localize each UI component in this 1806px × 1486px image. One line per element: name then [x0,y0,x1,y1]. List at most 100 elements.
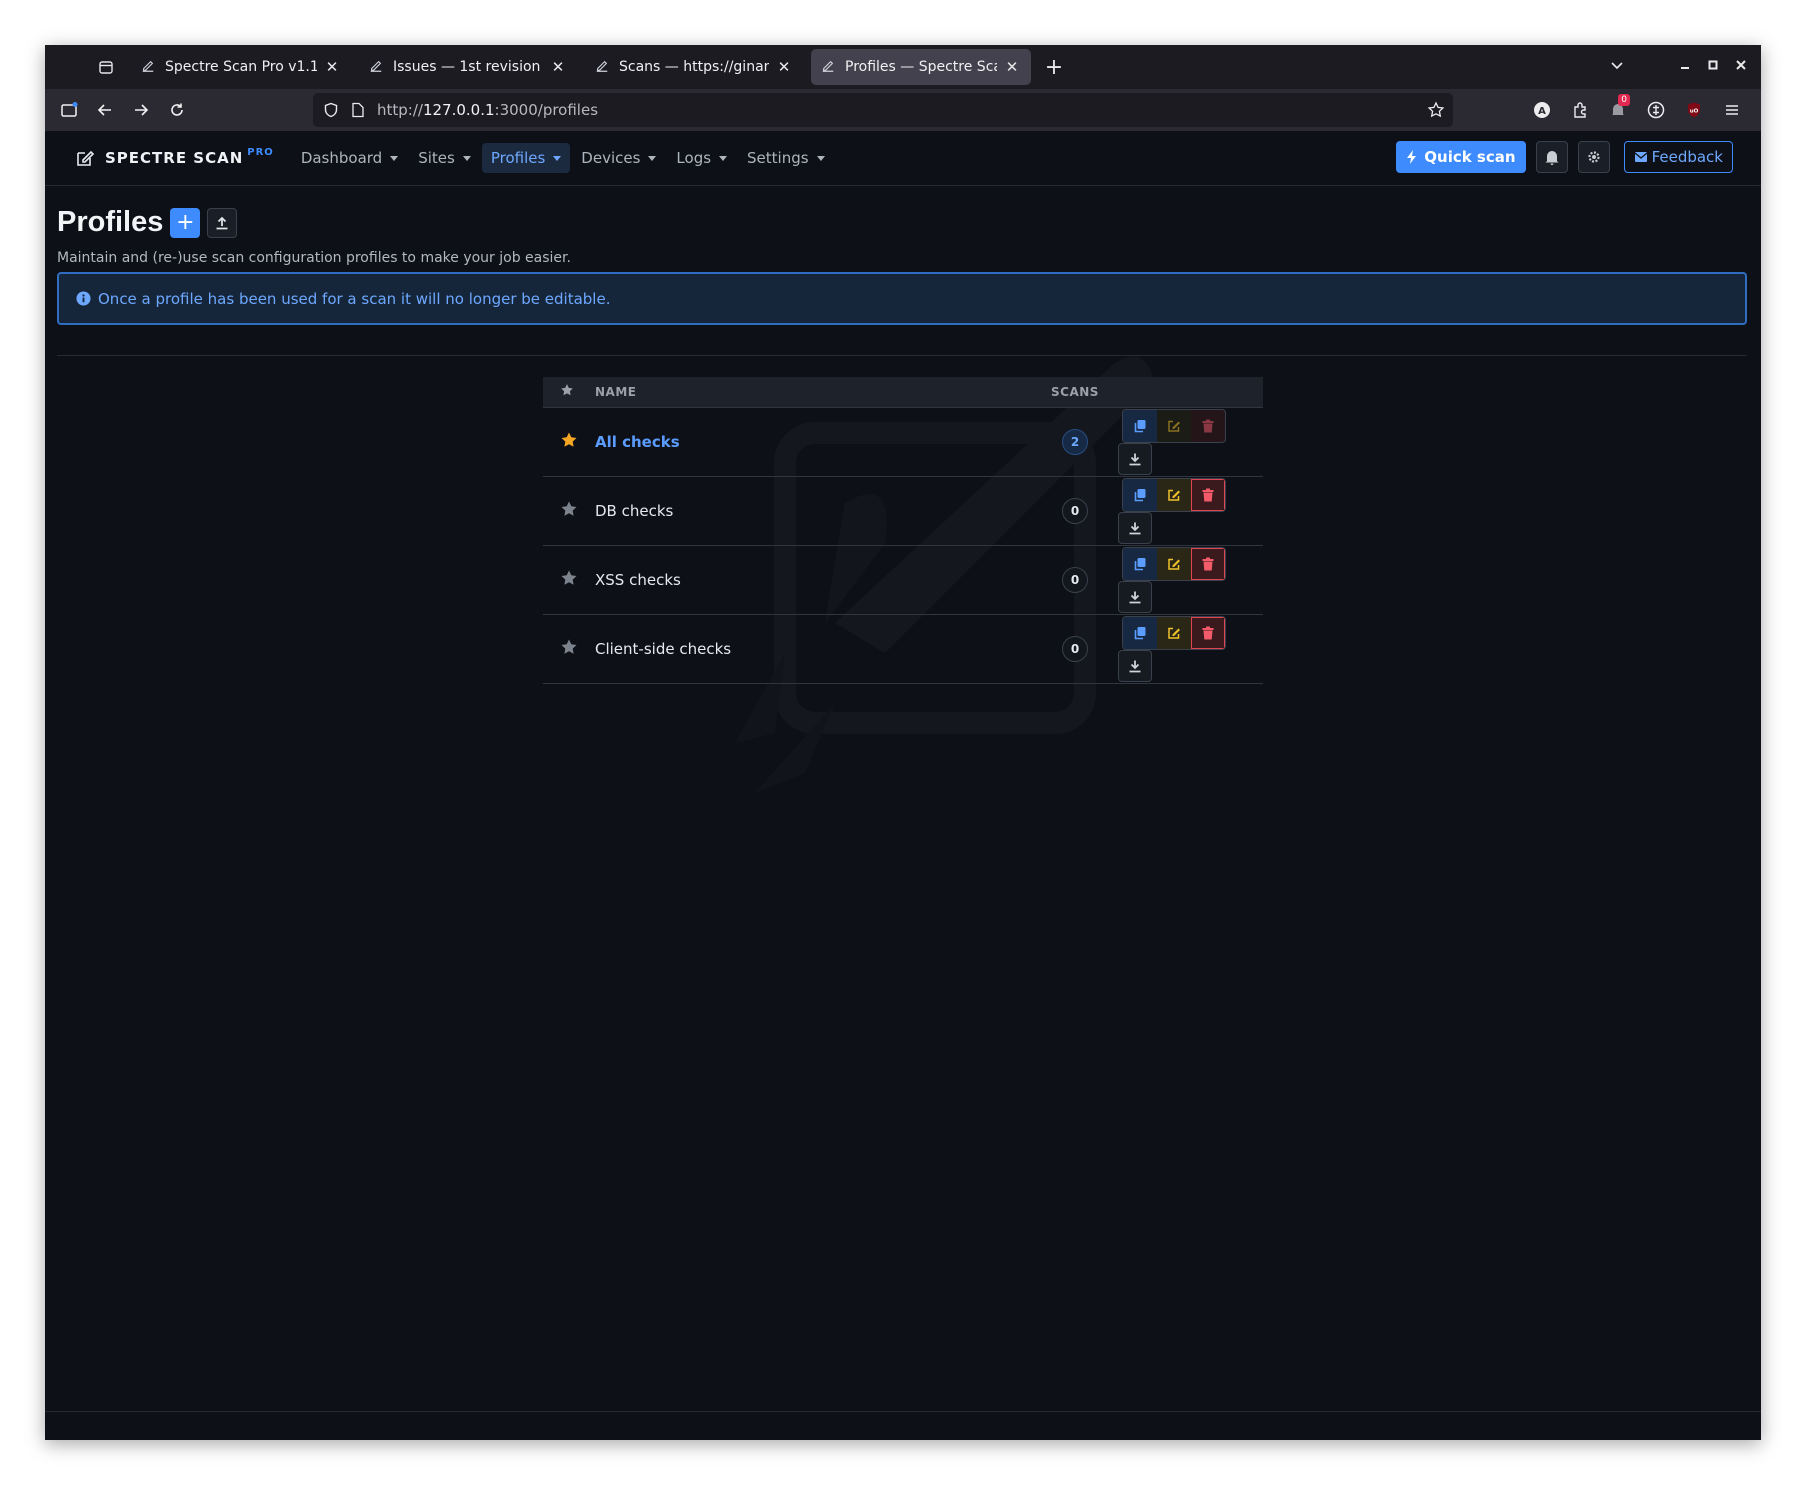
profile-name[interactable]: DB checks [595,502,673,520]
hamburger-menu-icon[interactable] [1713,92,1751,128]
default-cell [543,407,595,477]
menu-item-label: Sites [418,149,455,167]
star-icon[interactable] [560,500,578,518]
star-icon[interactable] [560,569,578,587]
app-content: SPECTRE SCAN PRO Dashboard Sites Profile… [45,131,1761,1440]
duplicate-profile-button[interactable] [1123,479,1157,511]
duplicate-profile-button[interactable] [1123,617,1157,649]
notifications-bell-button[interactable] [1535,141,1568,173]
profile-name-cell: XSS checks [595,545,1039,615]
trash-icon [1202,419,1214,433]
quick-scan-button[interactable]: Quick scan [1396,141,1526,173]
forward-arrow-icon[interactable] [123,92,159,128]
scans-cell: 0 [1039,545,1111,615]
reload-icon[interactable] [159,92,195,128]
browser-window: Spectre Scan Pro v1.12 ✕ Issues — 1st re… [45,45,1761,1440]
browser-tab-active[interactable]: Profiles — Spectre Scan Pr ✕ [811,49,1031,85]
edit-favicon-icon [595,59,611,75]
export-profile-button[interactable] [1118,443,1152,475]
brand-name: SPECTRE SCAN [105,149,244,167]
tab-strip: Spectre Scan Pro v1.12 ✕ Issues — 1st re… [45,45,1761,89]
chevron-down-icon[interactable] [1603,58,1631,76]
new-tab-icon[interactable]: + [1039,52,1069,82]
menu-item-profiles[interactable]: Profiles [481,143,571,173]
delete-profile-button[interactable] [1191,479,1225,511]
brand-logo[interactable]: SPECTRE SCAN PRO [75,146,274,168]
profiles-table: NAME SCANS All checks 2 DB checks 0 XSS … [543,377,1263,684]
row-action-group [1122,409,1226,443]
duplicate-profile-button[interactable] [1123,548,1157,580]
default-cell [543,476,595,546]
export-profile-button[interactable] [1118,512,1152,544]
profile-name[interactable]: Client-side checks [595,640,731,658]
tab-title: Issues — 1st revision - Test [393,59,543,75]
menu-item-devices[interactable]: Devices [572,143,665,173]
scan-count-badge[interactable]: 0 [1062,636,1088,662]
browser-tab[interactable]: Issues — 1st revision - Test ✕ [359,49,577,85]
add-profile-button[interactable]: + [170,207,201,238]
edit-profile-button[interactable] [1157,548,1191,580]
back-arrow-icon[interactable] [87,92,123,128]
profile-name-cell: DB checks [595,476,1039,546]
account-icon[interactable]: A [1523,92,1561,128]
page-subtitle: Maintain and (re-)use scan configuration… [57,250,571,266]
star-icon[interactable] [560,638,578,656]
lightning-icon [1406,149,1418,165]
menu-item-label: Dashboard [300,149,383,167]
window-controls [1603,45,1761,89]
import-profile-button[interactable] [207,207,238,238]
close-tab-icon[interactable]: ✕ [1003,58,1021,76]
edit-profile-button[interactable] [1157,410,1191,442]
menu-item-settings[interactable]: Settings [738,143,834,173]
feedback-button[interactable]: Feedback [1623,141,1733,173]
delete-profile-button[interactable] [1191,410,1225,442]
close-tab-icon[interactable]: ✕ [323,58,341,76]
default-cell [543,614,595,684]
maximize-icon[interactable] [1699,59,1727,75]
ublock-shield-icon[interactable]: uO [1675,92,1713,128]
notifications-extension-icon[interactable]: 0 [1599,92,1637,128]
edit-profile-button[interactable] [1157,479,1191,511]
scans-column-header[interactable]: SCANS [1039,377,1111,408]
envelope-icon [1634,151,1648,163]
name-column-header[interactable]: NAME [595,377,1039,408]
sync-extension-icon[interactable] [1637,92,1675,128]
app-header: SPECTRE SCAN PRO Dashboard Sites Profile… [45,131,1761,186]
menu-item-dashboard[interactable]: Dashboard [292,143,407,173]
scan-count-badge[interactable]: 2 [1062,429,1088,455]
close-tab-icon[interactable]: ✕ [775,58,793,76]
star-icon [560,383,578,401]
edit-profile-button[interactable] [1157,617,1191,649]
sidebar-toggle-icon[interactable] [51,92,87,128]
profile-name[interactable]: XSS checks [595,571,681,589]
menu-item-sites[interactable]: Sites [409,143,480,173]
shield-icon[interactable] [323,102,339,118]
brand-tag: PRO [247,146,274,158]
export-profile-button[interactable] [1118,650,1152,682]
navigation-bar: http://127.0.0.1:3000/profiles A 0 uO [45,89,1761,131]
pencil-square-icon [1168,627,1180,639]
extensions-puzzle-icon[interactable] [1561,92,1599,128]
page-icon [351,102,365,118]
minimize-icon[interactable] [1671,59,1699,75]
menu-item-label: Profiles [490,149,546,167]
duplicate-profile-button[interactable] [1123,410,1157,442]
actions-cell [1111,614,1263,684]
header-actions: Quick scan Feedback [1396,141,1733,173]
browser-tab[interactable]: Spectre Scan Pro v1.12 ✕ [131,49,351,85]
delete-profile-button[interactable] [1191,548,1225,580]
profile-name[interactable]: All checks [595,433,680,451]
tab-list-icon[interactable] [89,50,123,84]
menu-item-logs[interactable]: Logs [667,143,736,173]
theme-settings-button[interactable] [1577,141,1610,173]
browser-tab[interactable]: Scans — https://ginandjuic ✕ [585,49,803,85]
url-bar[interactable]: http://127.0.0.1:3000/profiles [313,93,1453,127]
export-profile-button[interactable] [1118,581,1152,613]
scan-count-badge[interactable]: 0 [1062,498,1088,524]
bookmark-star-icon[interactable] [1427,101,1445,119]
star-icon[interactable] [560,431,578,449]
delete-profile-button[interactable] [1191,617,1225,649]
close-window-icon[interactable] [1727,59,1755,75]
close-tab-icon[interactable]: ✕ [549,58,567,76]
scan-count-badge[interactable]: 0 [1062,567,1088,593]
